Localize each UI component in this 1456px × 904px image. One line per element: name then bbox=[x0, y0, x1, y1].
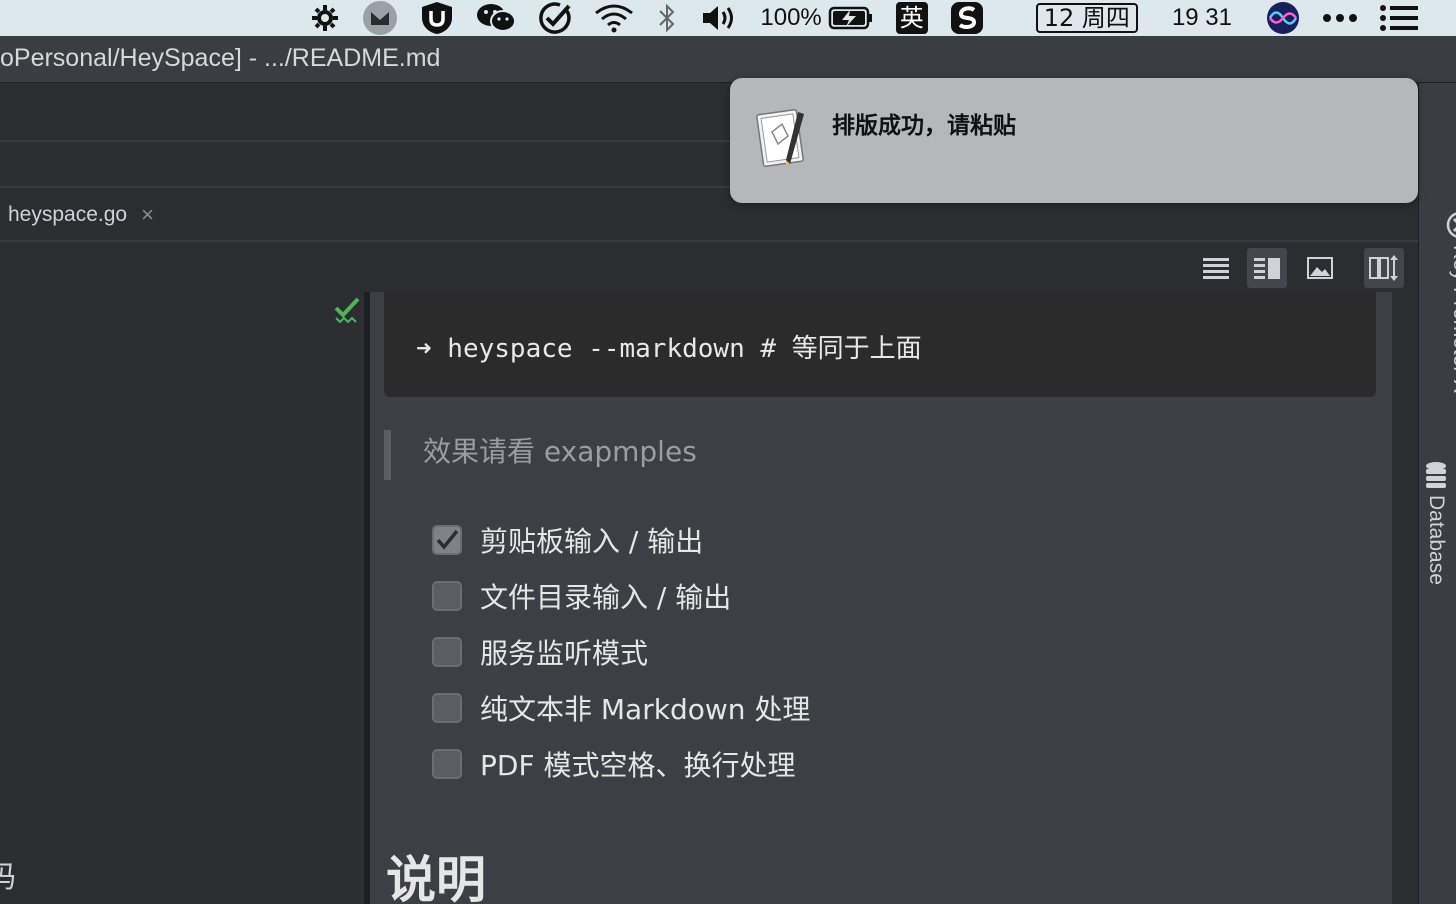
preview-only-view-icon[interactable] bbox=[1300, 248, 1340, 288]
task-checkbox[interactable] bbox=[432, 637, 462, 667]
task-checkbox[interactable] bbox=[432, 749, 462, 779]
editor-source-pane[interactable] bbox=[0, 292, 364, 904]
task-item: 服务监听模式 bbox=[432, 624, 810, 680]
blockquote: 效果请看 exapmples bbox=[384, 430, 697, 480]
code-line: ➜ heyspace --markdown # 等同于上面 bbox=[416, 334, 922, 364]
blockquote-text: 效果请看 exapmples bbox=[423, 435, 697, 468]
inspection-ok-icon[interactable] bbox=[334, 296, 360, 328]
close-icon[interactable]: × bbox=[141, 202, 154, 228]
code-block: ➜ heyspace --markdown # 等同于上面 bbox=[384, 292, 1376, 397]
markdown-preview-pane: ➜ heyspace --markdown # 等同于上面 效果请看 exapm… bbox=[370, 292, 1392, 904]
date-indicator[interactable]: 12 周四 bbox=[1035, 3, 1138, 33]
more-icon[interactable] bbox=[1322, 12, 1358, 24]
gear-icon[interactable] bbox=[310, 3, 340, 33]
macos-menu-bar: 100% 英 12 周四 19 31 bbox=[0, 0, 1456, 36]
siri-icon[interactable] bbox=[1266, 1, 1300, 35]
wechat-icon[interactable] bbox=[476, 2, 517, 34]
markdown-editor-toolbar bbox=[0, 242, 1418, 292]
notification-center-icon[interactable] bbox=[1380, 5, 1418, 31]
task-checkbox[interactable] bbox=[432, 693, 462, 723]
bluetooth-icon[interactable] bbox=[656, 3, 678, 33]
key-promoter-icon bbox=[1446, 212, 1456, 238]
tab-label: heyspace.go bbox=[8, 203, 128, 226]
preview-scroll-gutter[interactable] bbox=[1392, 292, 1418, 904]
battery-percent: 100% bbox=[760, 4, 822, 31]
wifi-icon[interactable] bbox=[594, 3, 634, 33]
input-method-indicator[interactable]: 英 bbox=[895, 2, 928, 34]
tab-heyspace-go[interactable]: heyspace.go × bbox=[8, 202, 154, 228]
task-item: 文件目录输入 / 输出 bbox=[432, 568, 810, 624]
section-heading: 说明 bbox=[386, 851, 486, 904]
task-item: 剪贴板输入 / 输出 bbox=[432, 512, 810, 568]
task-checkbox[interactable] bbox=[432, 581, 462, 611]
clock[interactable]: 19 31 bbox=[1172, 0, 1232, 36]
mail-app-icon[interactable] bbox=[362, 1, 398, 35]
notification-message: 排版成功，请粘贴 bbox=[832, 113, 1016, 139]
task-item: PDF 模式空格、换行处理 bbox=[432, 736, 810, 792]
database-icon bbox=[1426, 462, 1446, 488]
key-promoter-label: Key Promoter X bbox=[1449, 245, 1456, 394]
split-view-icon[interactable] bbox=[1247, 248, 1287, 288]
window-title: oPersonal/HeySpace] - .../README.md bbox=[0, 44, 441, 72]
battery-charging-icon[interactable] bbox=[828, 5, 874, 31]
task-checkbox[interactable] bbox=[432, 525, 462, 555]
task-label: 服务监听模式 bbox=[480, 637, 649, 670]
right-tool-strip: Key Promoter X Database bbox=[1418, 83, 1456, 904]
task-list: 剪贴板输入 / 输出 文件目录输入 / 输出 服务监听模式 纯文本非 Markd… bbox=[432, 512, 810, 792]
script-editor-app-icon bbox=[756, 106, 812, 174]
task-label: 纯文本非 Markdown 处理 bbox=[480, 693, 811, 726]
task-label: 文件目录输入 / 输出 bbox=[480, 581, 732, 614]
checkmark-circle-icon[interactable] bbox=[538, 1, 572, 35]
scroll-sync-icon[interactable] bbox=[1364, 248, 1404, 288]
source-text-fragment: 码 bbox=[0, 860, 16, 895]
key-promoter-tool[interactable]: Key Promoter X bbox=[1424, 211, 1456, 393]
database-label: Database bbox=[1425, 495, 1448, 585]
editor-only-view-icon[interactable] bbox=[1196, 248, 1236, 288]
volume-icon[interactable] bbox=[700, 3, 738, 33]
database-tool[interactable]: Database bbox=[1424, 461, 1448, 585]
task-label: 剪贴板输入 / 输出 bbox=[480, 525, 704, 558]
sogou-icon[interactable] bbox=[950, 1, 984, 35]
task-label: PDF 模式空格、换行处理 bbox=[480, 749, 796, 782]
shield-u-icon[interactable] bbox=[420, 1, 454, 35]
window-title-bar: oPersonal/HeySpace] - .../README.md bbox=[0, 36, 1456, 83]
task-item: 纯文本非 Markdown 处理 bbox=[432, 680, 810, 736]
notification-banner[interactable]: 排版成功，请粘贴 bbox=[730, 78, 1418, 203]
